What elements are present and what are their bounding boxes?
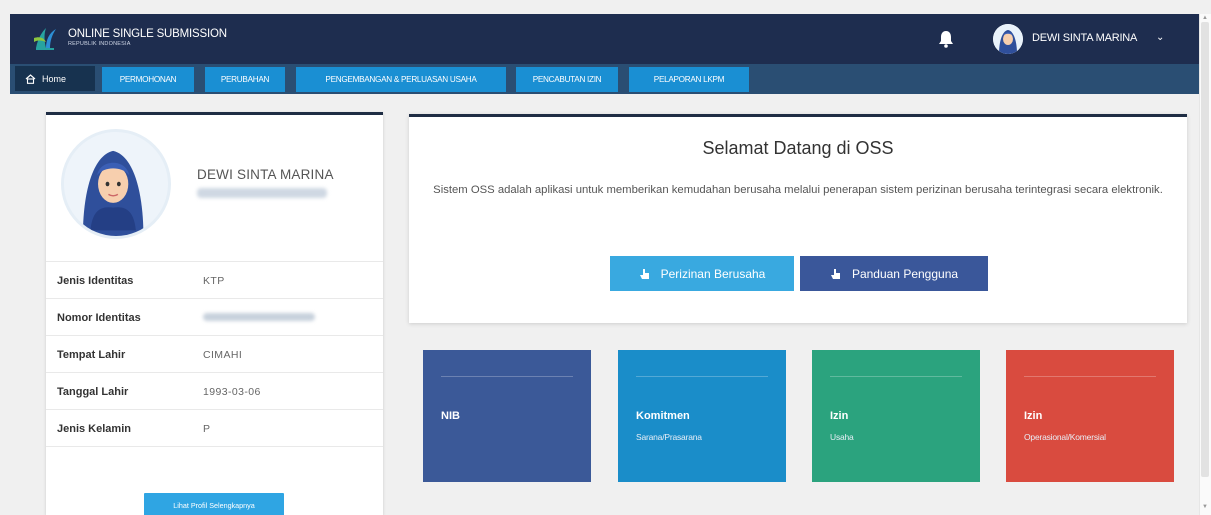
profile-avatar bbox=[61, 129, 171, 239]
nav-perubahan[interactable]: PERUBAHAN bbox=[205, 67, 285, 92]
scroll-down-icon[interactable]: ▼ bbox=[1202, 504, 1208, 510]
info-row-tanggal-lahir: Tanggal Lahir 1993-03-06 bbox=[46, 372, 383, 409]
nav-permohonan[interactable]: PERMOHONAN bbox=[102, 67, 194, 92]
tile-title: Komitmen bbox=[636, 410, 690, 422]
info-label: Tanggal Lahir bbox=[57, 386, 129, 398]
tile-izin-operasional[interactable]: Izin Operasional/Komersial bbox=[1006, 350, 1174, 482]
tile-title: NIB bbox=[441, 410, 460, 422]
perizinan-berusaha-label: Perizinan Berusaha bbox=[660, 266, 766, 281]
info-value-redacted bbox=[203, 313, 315, 321]
bell-icon[interactable] bbox=[938, 30, 954, 48]
main-navbar: Home PERMOHONAN PERUBAHAN PENGEMBANGAN &… bbox=[10, 64, 1199, 94]
nav-home[interactable]: Home bbox=[15, 66, 95, 91]
info-label: Jenis Identitas bbox=[57, 275, 134, 287]
nav-pencabutan-izin[interactable]: PENCABUTAN IZIN bbox=[516, 67, 618, 92]
user-avatar[interactable] bbox=[993, 24, 1023, 54]
info-row-jenis-identitas: Jenis Identitas KTP bbox=[46, 261, 383, 298]
tile-komitmen[interactable]: Komitmen Sarana/Prasarana bbox=[618, 350, 786, 482]
info-value: KTP bbox=[203, 275, 225, 287]
tile-title: Izin bbox=[1024, 410, 1043, 422]
profile-email-redacted bbox=[197, 188, 327, 198]
user-name[interactable]: DEWI SINTA MARINA bbox=[1032, 32, 1137, 44]
scroll-up-icon[interactable]: ▲ bbox=[1202, 15, 1208, 21]
tile-divider bbox=[830, 376, 962, 377]
chevron-down-icon[interactable]: ⌄ bbox=[1156, 32, 1164, 43]
welcome-card: Selamat Datang di OSS Sistem OSS adalah … bbox=[409, 114, 1187, 323]
page-content: DEWI SINTA MARINA Jenis Identitas KTP No… bbox=[10, 94, 1199, 515]
woman-hijab-avatar-icon bbox=[64, 132, 163, 236]
top-header: ONLINE SINGLE SUBMISSION REPUBLIK INDONE… bbox=[10, 14, 1199, 64]
oss-logo[interactable]: ONLINE SINGLE SUBMISSION REPUBLIK INDONE… bbox=[32, 24, 227, 52]
perizinan-berusaha-button[interactable]: Perizinan Berusaha bbox=[610, 256, 794, 291]
panduan-pengguna-button[interactable]: Panduan Pengguna bbox=[800, 256, 988, 291]
info-row-nomor-identitas: Nomor Identitas bbox=[46, 298, 383, 335]
tile-nib[interactable]: NIB bbox=[423, 350, 591, 482]
woman-hijab-avatar-icon bbox=[993, 24, 1023, 54]
tile-izin-usaha[interactable]: Izin Usaha bbox=[812, 350, 980, 482]
tile-subtitle: Operasional/Komersial bbox=[1024, 432, 1106, 442]
hand-pointer-icon bbox=[830, 268, 840, 279]
welcome-title: Selamat Datang di OSS bbox=[702, 138, 894, 158]
panduan-pengguna-label: Panduan Pengguna bbox=[851, 266, 959, 281]
info-label: Jenis Kelamin bbox=[57, 423, 131, 435]
profile-name: DEWI SINTA MARINA bbox=[197, 167, 334, 182]
info-value: CIMAHI bbox=[203, 349, 243, 361]
info-label: Nomor Identitas bbox=[57, 312, 141, 324]
welcome-description: Sistem OSS adalah aplikasi untuk memberi… bbox=[433, 184, 1163, 196]
nav-pelaporan-lkpm[interactable]: PELAPORAN LKPM bbox=[629, 67, 749, 92]
oss-logo-icon bbox=[34, 28, 56, 50]
tile-divider bbox=[636, 376, 768, 377]
tile-title: Izin bbox=[830, 410, 849, 422]
tile-divider bbox=[441, 376, 573, 377]
nav-home-label: Home bbox=[42, 73, 67, 84]
info-row-divider bbox=[46, 446, 383, 486]
tile-subtitle: Usaha bbox=[830, 432, 854, 442]
home-icon bbox=[25, 73, 36, 84]
info-label: Tempat Lahir bbox=[57, 349, 126, 361]
brand-title: ONLINE SINGLE SUBMISSION bbox=[68, 28, 227, 40]
view-full-profile-button[interactable]: Lihat Profil Selengkapnya bbox=[144, 493, 284, 515]
profile-card: DEWI SINTA MARINA Jenis Identitas KTP No… bbox=[46, 112, 383, 515]
tile-divider bbox=[1024, 376, 1156, 377]
info-value: P bbox=[203, 423, 211, 435]
hand-pointer-icon bbox=[639, 268, 649, 279]
tile-subtitle: Sarana/Prasarana bbox=[636, 432, 702, 442]
info-row-jenis-kelamin: Jenis Kelamin P bbox=[46, 409, 383, 446]
info-row-tempat-lahir: Tempat Lahir CIMAHI bbox=[46, 335, 383, 372]
info-value: 1993-03-06 bbox=[203, 386, 261, 398]
brand-subtitle: REPUBLIK INDONESIA bbox=[68, 41, 131, 47]
scrollbar-thumb[interactable] bbox=[1201, 22, 1209, 477]
nav-pengembangan[interactable]: PENGEMBANGAN & PERLUASAN USAHA bbox=[296, 67, 506, 92]
